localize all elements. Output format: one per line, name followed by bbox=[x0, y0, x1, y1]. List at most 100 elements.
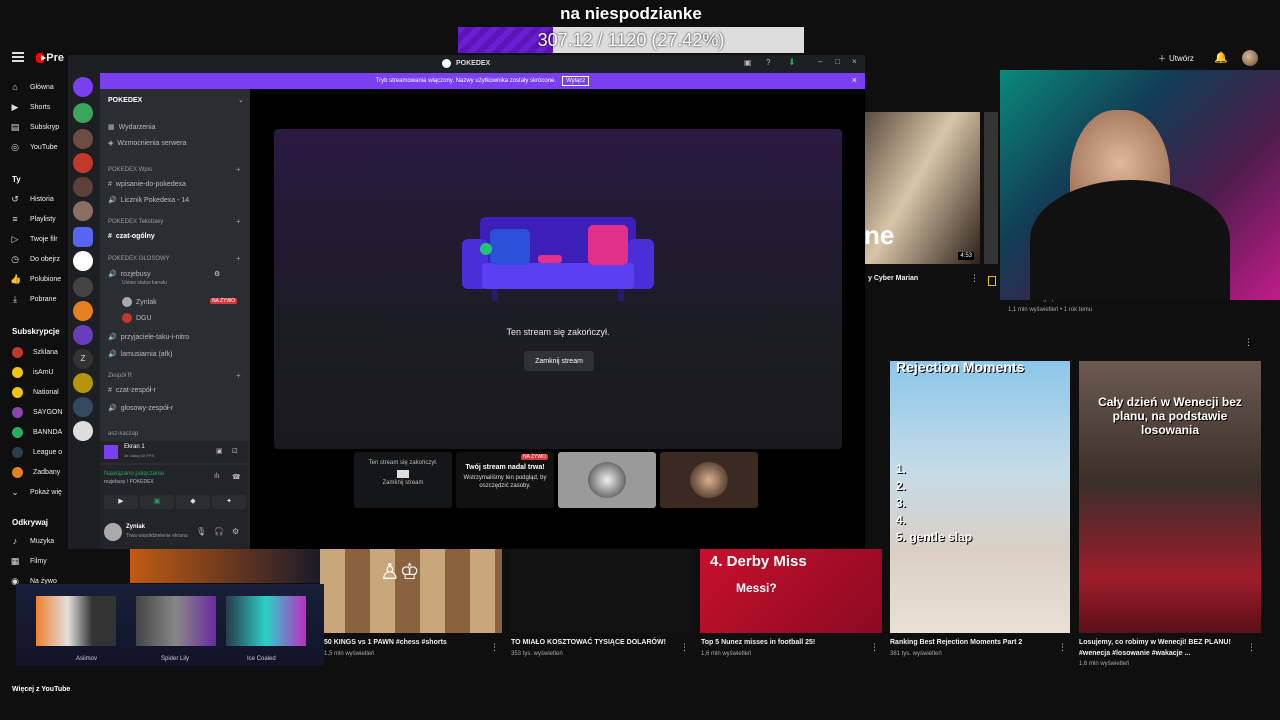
minimize-icon[interactable]: – bbox=[818, 57, 822, 66]
more-options-icon[interactable]: ⋮ bbox=[490, 642, 499, 653]
stream-settings-icon[interactable]: ▣ bbox=[216, 447, 223, 455]
video-title[interactable]: 50 KINGS vs 1 PAWN #chess #shorts bbox=[324, 638, 447, 647]
subscriptions-heading[interactable]: Subskrypcje bbox=[12, 327, 60, 336]
avatar[interactable] bbox=[104, 523, 122, 541]
channel-category[interactable]: Zespół R bbox=[108, 373, 132, 379]
channel-item[interactable]: 🔊 rozjebusy bbox=[108, 270, 151, 279]
video-title[interactable]: Losujemy, co robimy w Wenecji! BEZ PLANU… bbox=[1079, 638, 1231, 647]
channel-category[interactable]: asz-kaczap bbox=[108, 431, 138, 437]
settings-icon[interactable]: ⚙ bbox=[232, 527, 239, 536]
youtube-logo[interactable]: Pre bbox=[36, 51, 64, 65]
video-thumbnail-partial[interactable] bbox=[130, 549, 320, 583]
server-icon[interactable] bbox=[73, 177, 93, 197]
subscription-item[interactable]: Zadbany bbox=[12, 463, 60, 481]
video-title[interactable]: TO MIAŁO KOSZTOWAĆ TYSIĄCE DOLARÓW! bbox=[511, 638, 666, 647]
server-icon[interactable] bbox=[73, 103, 93, 123]
show-more-button[interactable]: ⌄ Pokaż wię bbox=[10, 483, 62, 501]
stream-tile[interactable]: Ten stream się zakończył. Zamknij stream bbox=[354, 452, 452, 508]
maximize-icon[interactable]: □ bbox=[835, 57, 840, 66]
participant-tile[interactable] bbox=[660, 452, 758, 508]
video-title[interactable]: Top 5 Nunez misses in football 25! bbox=[701, 638, 815, 647]
subscription-item[interactable]: isAmU bbox=[12, 363, 54, 381]
more-options-icon[interactable]: ⋮ bbox=[680, 642, 689, 653]
channel-category[interactable]: POKEDEX Wpis bbox=[108, 167, 152, 173]
create-button[interactable]: ＋ Utwórz bbox=[1158, 49, 1204, 67]
close-stream-button[interactable]: Zamknij stream bbox=[524, 351, 594, 371]
channel-item[interactable]: ◈ Wzmocnienia serwera bbox=[108, 139, 186, 148]
menu-icon[interactable] bbox=[12, 52, 24, 62]
close-banner-icon[interactable]: × bbox=[852, 75, 857, 85]
sidebar-item[interactable]: ≡ Playlisty bbox=[10, 210, 55, 228]
channel-item[interactable]: ▦ Wydarzenia bbox=[108, 123, 156, 132]
subscription-item[interactable]: National bbox=[12, 383, 59, 401]
server-icon[interactable] bbox=[73, 153, 93, 173]
add-channel-icon[interactable]: + bbox=[236, 371, 241, 380]
server-icon[interactable] bbox=[73, 325, 93, 345]
camera-button[interactable]: ▶ bbox=[104, 495, 138, 509]
sidebar-item[interactable]: ▤ Subskryp bbox=[10, 118, 59, 136]
channel-item[interactable]: 🔊 Licznik Pokedexa - 14 bbox=[108, 196, 189, 205]
headphones-icon[interactable]: 🎧 bbox=[214, 527, 224, 536]
more-options-icon[interactable]: ⋮ bbox=[1247, 642, 1256, 653]
short-thumbnail-venice[interactable]: Cały dzień w Wenecji bez planu, na podst… bbox=[1079, 361, 1261, 633]
add-channel-icon[interactable]: + bbox=[236, 217, 241, 226]
video-title-line2[interactable]: #wenecja #losowanie #wakacje ... bbox=[1079, 649, 1190, 658]
server-icon[interactable]: Z bbox=[73, 349, 93, 369]
subscription-item[interactable]: BANNDA bbox=[12, 423, 62, 441]
add-channel-icon[interactable]: + bbox=[236, 165, 241, 174]
voice-user[interactable]: Zynlak bbox=[122, 297, 157, 307]
subscription-item[interactable]: Szklana bbox=[12, 343, 58, 361]
channel-item[interactable]: # wpisanie-do-pokedexa bbox=[108, 181, 186, 188]
soundboard-button[interactable]: ✦ bbox=[212, 495, 246, 509]
disable-button[interactable]: Wyłącz bbox=[562, 76, 590, 86]
sidebar-item[interactable]: ▷ Twoje filr bbox=[10, 230, 58, 248]
channel-category[interactable]: POKEDEX GŁOSOWY bbox=[108, 256, 170, 262]
video-title[interactable]: y Cyber Marian bbox=[868, 274, 918, 283]
video-thumbnail-partial[interactable] bbox=[984, 112, 998, 264]
short-thumbnail-rejection[interactable]: Rejection Moments 1. 2. 3. 4. 5. gentle slap bbox=[890, 359, 1070, 633]
you-section-heading[interactable]: Ty bbox=[12, 175, 21, 184]
server-icon[interactable] bbox=[73, 77, 93, 97]
chevron-down-icon[interactable]: ⌄ bbox=[238, 96, 244, 104]
more-options-icon[interactable]: ⋮ bbox=[1058, 642, 1067, 653]
short-thumbnail-chess[interactable]: ♙♔ bbox=[320, 549, 502, 633]
screen-share-button[interactable]: ▣ bbox=[140, 495, 174, 509]
activities-button[interactable]: ◆ bbox=[176, 495, 210, 509]
server-icon[interactable] bbox=[73, 201, 93, 221]
download-icon[interactable]: ⬇ bbox=[788, 57, 796, 68]
sidebar-item[interactable]: ⤓ Pobrane bbox=[10, 290, 56, 308]
server-icon[interactable] bbox=[73, 251, 93, 271]
sidebar-item[interactable]: ↺ Historia bbox=[10, 190, 54, 208]
channel-item[interactable]: 🔊 glosowy-zespół-r bbox=[108, 404, 173, 413]
account-avatar[interactable] bbox=[1242, 50, 1258, 66]
microphone-icon[interactable]: 🎙 bbox=[196, 527, 206, 536]
short-thumbnail-dollars[interactable] bbox=[510, 549, 692, 633]
channel-settings-icon[interactable]: ⚙ bbox=[214, 270, 220, 278]
more-options-icon[interactable]: ⋮ bbox=[1244, 337, 1253, 348]
server-icon[interactable] bbox=[73, 397, 93, 417]
participant-tile[interactable] bbox=[558, 452, 656, 508]
server-icon[interactable] bbox=[73, 129, 93, 149]
notifications-icon[interactable]: 🔔 bbox=[1214, 51, 1228, 64]
more-options-icon[interactable]: ⋮ bbox=[970, 273, 979, 284]
help-icon[interactable]: ? bbox=[766, 58, 770, 67]
server-icon[interactable] bbox=[73, 421, 93, 441]
sidebar-item[interactable]: ⌂ Główna bbox=[10, 78, 53, 96]
channel-item[interactable]: # czat-ogólny bbox=[108, 233, 155, 240]
add-channel-icon[interactable]: + bbox=[236, 254, 241, 263]
channel-item[interactable]: 🔊 lamusiarnia (afk) bbox=[108, 350, 172, 359]
video-thumbnail[interactable]: ne 4:53 bbox=[864, 112, 980, 264]
voice-user[interactable]: DGU bbox=[122, 313, 152, 323]
subscription-item[interactable]: League o bbox=[12, 443, 62, 461]
video-title[interactable]: Ranking Best Rejection Moments Part 2 bbox=[890, 638, 1022, 647]
noise-suppression-icon[interactable]: ılı bbox=[214, 473, 219, 480]
more-options-icon[interactable]: ⋮ bbox=[870, 642, 879, 653]
sidebar-item[interactable]: ▦ Filmy bbox=[10, 552, 47, 570]
server-name[interactable]: POKEDEX bbox=[108, 97, 142, 104]
disconnect-icon[interactable]: ☎ bbox=[232, 473, 241, 481]
server-icon[interactable] bbox=[73, 277, 93, 297]
sidebar-item[interactable]: ▶ Shorts bbox=[10, 98, 51, 116]
stream-tile[interactable]: NA ŻYWO Twój stream nadal trwa! Wstrzyma… bbox=[456, 452, 554, 508]
sidebar-item[interactable]: 👍 Polubione bbox=[10, 270, 61, 288]
channel-item[interactable]: 🔊 przyjaciele-taku-i-nitro bbox=[108, 333, 189, 342]
